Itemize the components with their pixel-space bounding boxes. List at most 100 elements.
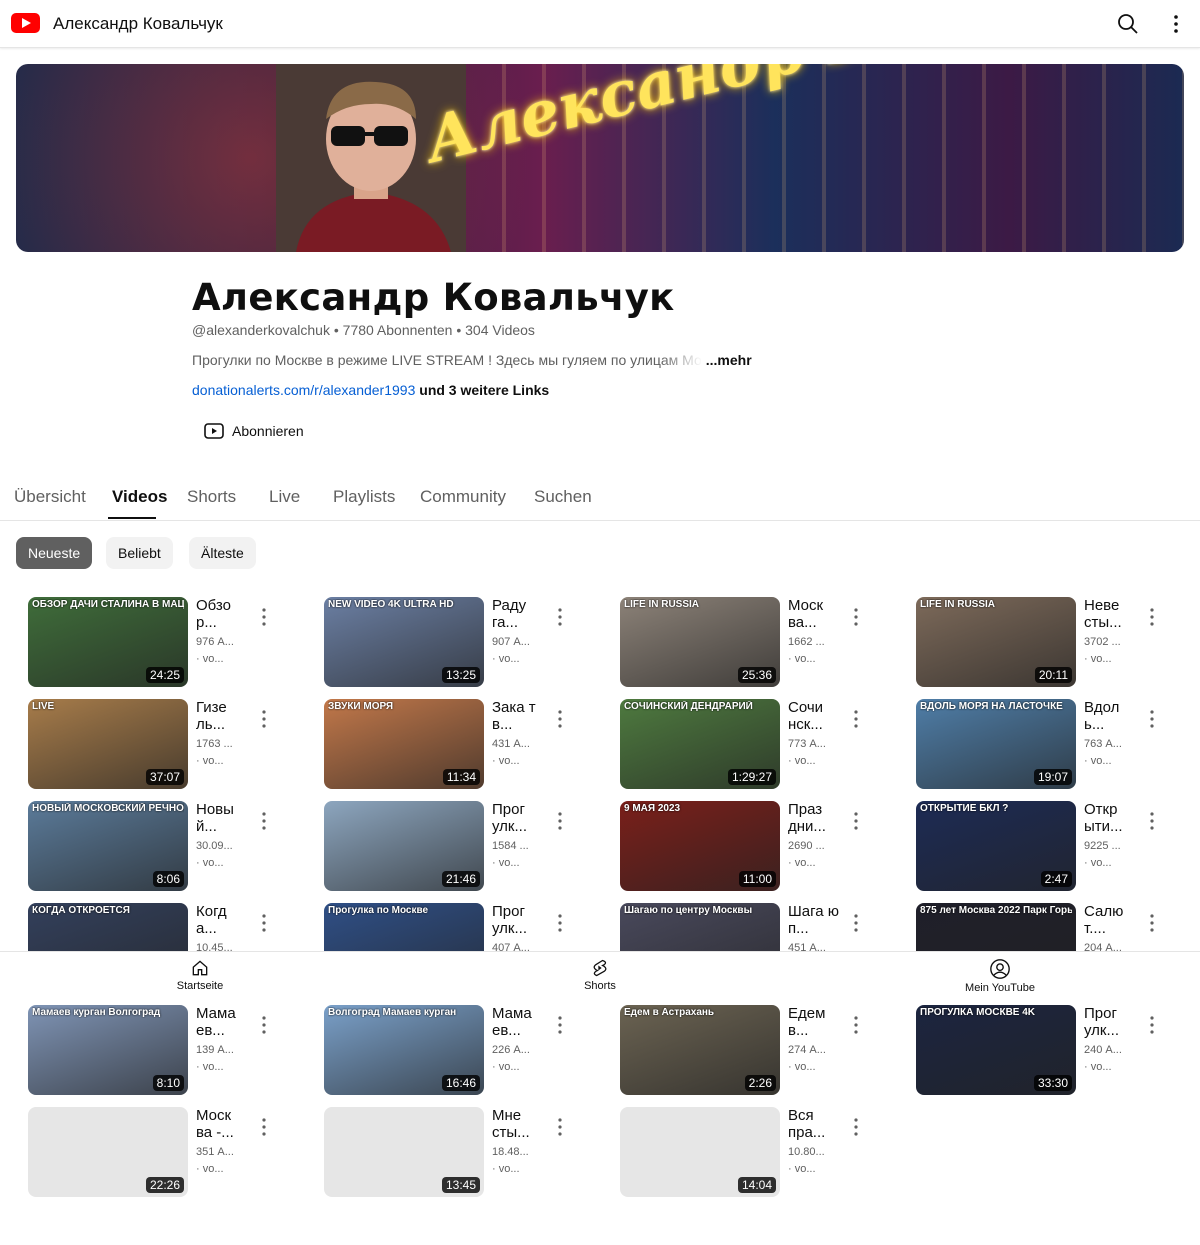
video-card[interactable]: LIFE IN RUSSIA 25:36 Моск ва... 1662 ... · v…: [620, 597, 890, 687]
video-card[interactable]: ЗВУКИ МОРЯ 11:34 Зака т в... 431 А... · vo..…: [324, 699, 594, 789]
video-thumbnail[interactable]: Волгоград Мамаев курган 16:46: [324, 1005, 484, 1095]
video-thumbnail[interactable]: LIFE IN RUSSIA 20:11: [916, 597, 1076, 687]
video-thumbnail[interactable]: 13:45: [324, 1107, 484, 1197]
video-more-icon[interactable]: [258, 1015, 270, 1035]
tab-search[interactable]: Suchen: [534, 487, 592, 507]
video-more-icon[interactable]: [258, 913, 270, 933]
video-card[interactable]: 9 МАЯ 2023 11:00 Праз дни... 2690 ... · vo..…: [620, 801, 890, 891]
video-thumbnail[interactable]: ВДОЛЬ МОРЯ НА ЛАСТОЧКЕ 19:07: [916, 699, 1076, 789]
video-more-icon[interactable]: [850, 1015, 862, 1035]
video-title[interactable]: Зака т в...: [492, 699, 544, 733]
video-thumbnail[interactable]: ПРОГУЛКА МОСКВЕ 4K 33:30: [916, 1005, 1076, 1095]
nav-my-youtube[interactable]: Mein YouTube: [950, 958, 1050, 994]
more-button[interactable]: ...mehr: [706, 352, 752, 368]
youtube-logo-icon[interactable]: [11, 13, 40, 33]
video-more-icon[interactable]: [258, 1117, 270, 1137]
video-more-icon[interactable]: [554, 811, 566, 831]
video-card[interactable]: Мамаев курган Волгоград 8:10 Мама ев... 139…: [28, 1005, 298, 1095]
video-more-icon[interactable]: [1146, 709, 1158, 729]
video-title[interactable]: Прог улк...: [492, 801, 544, 835]
tab-playlists[interactable]: Playlists: [333, 487, 395, 507]
video-title[interactable]: Мама ев...: [492, 1005, 544, 1039]
video-card[interactable]: Волгоград Мамаев курган 16:46 Мама ев... 22…: [324, 1005, 594, 1095]
video-thumbnail[interactable]: ОБЗОР ДАЧИ СТАЛИНА В МАЦЕСТЕ 24:25: [28, 597, 188, 687]
donation-link[interactable]: donationalerts.com/r/alexander1993: [192, 382, 415, 398]
video-thumbnail[interactable]: 14:04: [620, 1107, 780, 1197]
video-title[interactable]: Шага ю п...: [788, 903, 840, 937]
video-more-icon[interactable]: [554, 709, 566, 729]
video-card[interactable]: ПРОГУЛКА МОСКВЕ 4K 33:30 Прог улк... 240 А.…: [916, 1005, 1186, 1095]
video-thumbnail[interactable]: LIFE IN RUSSIA 25:36: [620, 597, 780, 687]
video-more-icon[interactable]: [554, 607, 566, 627]
video-more-icon[interactable]: [850, 709, 862, 729]
chip-newest[interactable]: Neueste: [16, 537, 93, 569]
tab-shorts[interactable]: Shorts: [187, 487, 236, 507]
video-title[interactable]: Неве сты...: [1084, 597, 1136, 631]
subscribe-button[interactable]: Abonnieren: [204, 420, 304, 442]
video-more-icon[interactable]: [1146, 1015, 1158, 1035]
chip-oldest[interactable]: Älteste: [189, 537, 256, 569]
video-more-icon[interactable]: [258, 709, 270, 729]
video-thumbnail[interactable]: СОЧИНСКИЙ ДЕНДРАРИЙ 1:29:27: [620, 699, 780, 789]
video-title[interactable]: Откр ыти...: [1084, 801, 1136, 835]
video-more-icon[interactable]: [554, 1117, 566, 1137]
tab-live[interactable]: Live: [269, 487, 300, 507]
video-title[interactable]: Прог улк...: [492, 903, 544, 937]
video-more-icon[interactable]: [1146, 607, 1158, 627]
video-thumbnail[interactable]: 21:46: [324, 801, 484, 891]
more-vert-icon[interactable]: [1164, 12, 1188, 36]
video-title[interactable]: Салю т....: [1084, 903, 1136, 937]
video-thumbnail[interactable]: ОТКРЫТИЕ БКЛ ? 2:47: [916, 801, 1076, 891]
video-card[interactable]: ОТКРЫТИЕ БКЛ ? 2:47 Откр ыти... 9225 ... · v…: [916, 801, 1186, 891]
video-title[interactable]: Новы й...: [196, 801, 248, 835]
video-more-icon[interactable]: [850, 1117, 862, 1137]
video-title[interactable]: Раду га...: [492, 597, 544, 631]
video-thumbnail[interactable]: 9 МАЯ 2023 11:00: [620, 801, 780, 891]
video-card[interactable]: NEW VIDEO 4K ULTRA HD 13:25 Раду га... 907 …: [324, 597, 594, 687]
video-title[interactable]: Моск ва -...: [196, 1107, 248, 1141]
video-card[interactable]: LIFE IN RUSSIA 20:11 Неве сты... 3702 ... · …: [916, 597, 1186, 687]
video-card[interactable]: СОЧИНСКИЙ ДЕНДРАРИЙ 1:29:27 Сочи нск... 773…: [620, 699, 890, 789]
video-more-icon[interactable]: [1146, 913, 1158, 933]
video-card[interactable]: ВДОЛЬ МОРЯ НА ЛАСТОЧКЕ 19:07 Вдол ь... 763 …: [916, 699, 1186, 789]
video-more-icon[interactable]: [554, 1015, 566, 1035]
channel-description[interactable]: Прогулки по Москве в режиме LIVE STREAM …: [192, 352, 792, 368]
video-more-icon[interactable]: [850, 607, 862, 627]
video-card[interactable]: 13:45 Мне сты... 18.48... · vo...: [324, 1107, 594, 1197]
video-thumbnail[interactable]: LIVE 37:07: [28, 699, 188, 789]
search-icon[interactable]: [1116, 12, 1140, 36]
nav-shorts[interactable]: Shorts: [550, 958, 650, 992]
video-card[interactable]: НОВЫЙ МОСКОВСКИЙ РЕЧНОЙ ТРАНСПОРТ 8:06 Нов…: [28, 801, 298, 891]
nav-home[interactable]: Startseite: [150, 958, 250, 992]
video-thumbnail[interactable]: Едем в Астрахань 2:26: [620, 1005, 780, 1095]
tab-community[interactable]: Community: [420, 487, 506, 507]
video-card[interactable]: ОБЗОР ДАЧИ СТАЛИНА В МАЦЕСТЕ 24:25 Обзо р.…: [28, 597, 298, 687]
video-title[interactable]: Моск ва...: [788, 597, 840, 631]
video-more-icon[interactable]: [850, 913, 862, 933]
video-more-icon[interactable]: [1146, 811, 1158, 831]
video-title[interactable]: Мне сты...: [492, 1107, 544, 1141]
video-title[interactable]: Мама ев...: [196, 1005, 248, 1039]
video-card[interactable]: Едем в Астрахань 2:26 Едем в... 274 А... · v…: [620, 1005, 890, 1095]
video-thumbnail[interactable]: NEW VIDEO 4K ULTRA HD 13:25: [324, 597, 484, 687]
video-title[interactable]: Когд а...: [196, 903, 248, 937]
video-card[interactable]: 14:04 Вся пра... 10.80... · vo...: [620, 1107, 890, 1197]
video-title[interactable]: Гизе ль...: [196, 699, 248, 733]
video-more-icon[interactable]: [258, 811, 270, 831]
video-thumbnail[interactable]: Мамаев курган Волгоград 8:10: [28, 1005, 188, 1095]
tab-videos[interactable]: Videos: [112, 487, 167, 507]
video-title[interactable]: Вдол ь...: [1084, 699, 1136, 733]
video-thumbnail[interactable]: 22:26: [28, 1107, 188, 1197]
video-thumbnail[interactable]: НОВЫЙ МОСКОВСКИЙ РЕЧНОЙ ТРАНСПОРТ 8:06: [28, 801, 188, 891]
video-title[interactable]: Обзо р...: [196, 597, 248, 631]
video-more-icon[interactable]: [258, 607, 270, 627]
video-title[interactable]: Вся пра...: [788, 1107, 840, 1141]
tab-overview[interactable]: Übersicht: [14, 487, 86, 507]
video-more-icon[interactable]: [850, 811, 862, 831]
more-links-button[interactable]: und 3 weitere Links: [419, 382, 549, 398]
video-card[interactable]: 21:46 Прог улк... 1584 ... · vo...: [324, 801, 594, 891]
video-more-icon[interactable]: [554, 913, 566, 933]
video-thumbnail[interactable]: ЗВУКИ МОРЯ 11:34: [324, 699, 484, 789]
chip-popular[interactable]: Beliebt: [106, 537, 173, 569]
video-title[interactable]: Прог улк...: [1084, 1005, 1136, 1039]
